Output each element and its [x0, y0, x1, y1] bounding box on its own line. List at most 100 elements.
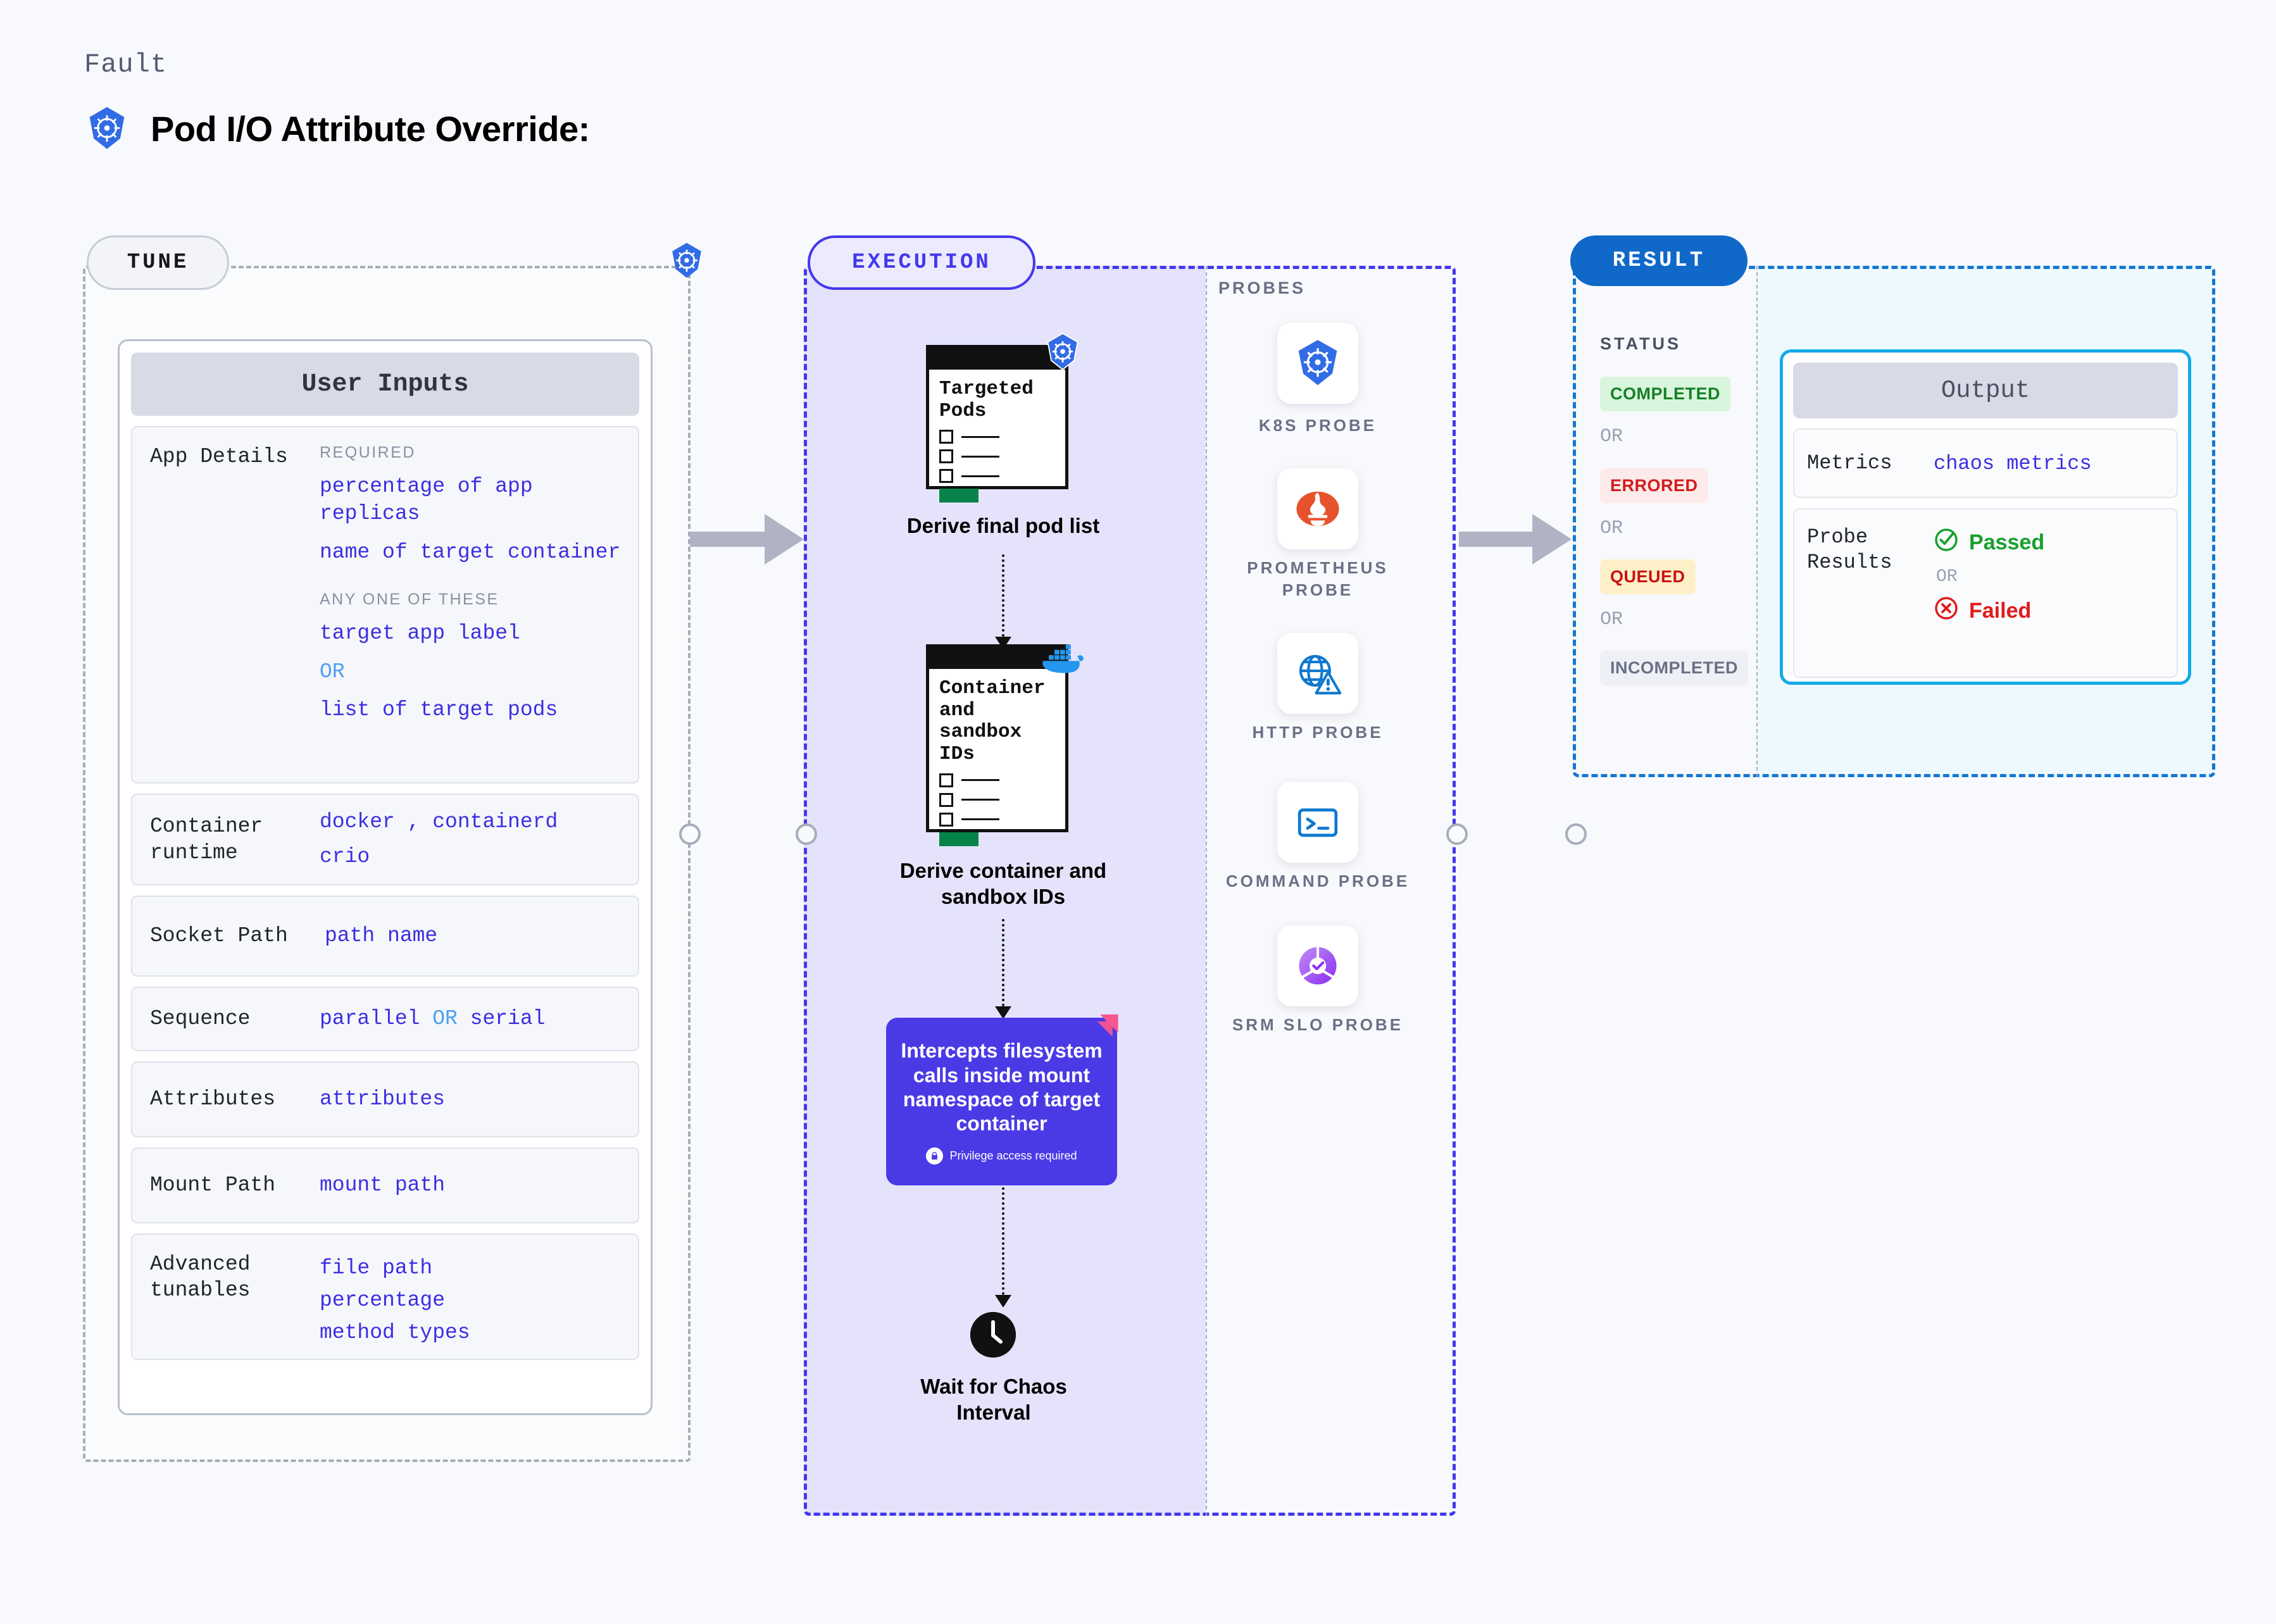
user-inputs-title: User Inputs: [131, 353, 639, 416]
step-caption-derive-pods: Derive final pod list: [906, 514, 1100, 537]
output-title: Output: [1793, 363, 2178, 418]
tune-value: docker , containerd: [320, 809, 558, 834]
result-connector-dot: [1565, 823, 1587, 845]
tune-row-socket-path: Socket Path path name: [131, 896, 639, 977]
probe-tile-prometheus[interactable]: [1277, 468, 1358, 549]
doc-green-bar: [939, 832, 979, 846]
intercept-text: Intercepts filesystem calls inside mount…: [901, 1039, 1103, 1135]
output-card: Output Metrics chaos metrics Probe Resul…: [1780, 349, 2191, 685]
tune-value: target app label: [320, 621, 520, 645]
tune-row-attributes: Attributes attributes: [131, 1061, 639, 1137]
status-badge-incompleted: INCOMPLETED: [1600, 651, 1749, 685]
checkbox-icon: [939, 469, 953, 484]
checklist-item: [939, 449, 1055, 464]
check-circle-icon: [1934, 527, 1959, 558]
tune-connector-dot: [679, 823, 701, 845]
checklist-item: [939, 812, 1055, 827]
doc-checklist: [939, 430, 1055, 484]
probe-tile-k8s[interactable]: [1277, 323, 1358, 404]
probe-result-passed: Passed: [1934, 527, 2164, 558]
line-placeholder: [961, 475, 999, 477]
tune-value: method types: [320, 1320, 470, 1344]
probe-tile-srm-slo[interactable]: [1277, 925, 1358, 1006]
probes-divider: [1206, 266, 1207, 1516]
result-divider: [1756, 266, 1758, 777]
row-label: Attributes: [150, 1087, 276, 1111]
flow-arrowhead: [995, 1006, 1011, 1019]
output-row-probe-results: Probe Results Passed OR Failed: [1793, 508, 2178, 678]
intercept-card: Intercepts filesystem calls inside mount…: [886, 1014, 1118, 1185]
checkbox-icon: [939, 792, 953, 807]
status-badge-errored: ERRORED: [1600, 468, 1708, 503]
probe-label-prometheus: PROMETHEUS PROBE: [1247, 558, 1389, 600]
result-pill: RESULT: [1570, 235, 1748, 286]
doc-title: Targeted Pods: [939, 378, 1034, 422]
user-inputs-card: User Inputs App Details REQUIRED percent…: [118, 339, 653, 1415]
row-label: Sequence: [150, 1007, 251, 1031]
tune-value: name of target container: [320, 540, 621, 564]
checklist-item: [939, 430, 1055, 444]
line-placeholder: [961, 455, 999, 458]
doc-title: Container and sandbox IDs: [939, 677, 1046, 766]
litmus-icon: [1079, 1011, 1121, 1047]
tune-row-container-runtime: Container runtime docker , containerd cr…: [131, 794, 639, 885]
status-or-2: OR: [1600, 518, 1623, 539]
step-caption-wait: Wait for Chaos Interval: [920, 1375, 1067, 1425]
status-or-3: OR: [1600, 609, 1623, 630]
status-badge-queued: QUEUED: [1600, 559, 1696, 594]
kubernetes-icon: [668, 240, 706, 281]
row-label: Socket Path: [150, 924, 288, 948]
doc-checklist: [939, 773, 1055, 827]
status-label: STATUS: [1600, 334, 1681, 353]
tune-pill: TUNE: [87, 235, 229, 290]
output-label-metrics: Metrics: [1807, 451, 1892, 475]
line-placeholder: [961, 818, 999, 821]
tune-value: file path: [320, 1256, 433, 1280]
probe-tile-http[interactable]: [1277, 633, 1358, 714]
tune-value: percentage of app replicas: [320, 475, 533, 525]
line-placeholder: [961, 779, 999, 782]
execution-connector-dot-right: [1446, 823, 1468, 845]
step-caption-derive-ids: Derive container and sandbox IDs: [899, 859, 1107, 909]
tune-value: crio: [320, 844, 370, 868]
tune-row-mount-path: Mount Path mount path: [131, 1147, 639, 1223]
status-badge-completed: COMPLETED: [1600, 377, 1731, 411]
kubernetes-icon: [1043, 331, 1082, 373]
page-title-row: Pod I/O Attribute Override:: [84, 104, 590, 153]
tune-row-advanced-tunables: Advanced tunables file path percentage m…: [131, 1234, 639, 1360]
probe-label-k8s: K8S PROBE: [1258, 416, 1377, 435]
probe-result-or: OR: [1936, 567, 1958, 587]
execution-connector-dot-left: [796, 823, 817, 845]
kubernetes-icon: [84, 104, 130, 153]
probes-section-label: PROBES: [1218, 278, 1306, 297]
x-circle-icon: [1934, 596, 1959, 627]
group-heading: REQUIRED: [320, 444, 416, 461]
docker-icon: [1039, 639, 1085, 677]
page-kicker: Fault: [84, 49, 168, 80]
probe-label-command: COMMAND PROBE: [1225, 871, 1410, 890]
privilege-note: Privilege access required: [926, 1147, 1077, 1165]
checklist-item: [939, 792, 1055, 807]
line-placeholder: [961, 799, 999, 801]
row-label: Advanced tunables: [150, 1252, 251, 1302]
output-value-metrics: chaos metrics: [1934, 451, 2092, 475]
probe-label-http: HTTP PROBE: [1252, 723, 1384, 742]
checkbox-icon: [939, 449, 953, 464]
tune-or-separator: OR: [320, 659, 345, 684]
tune-value: list of target pods: [320, 698, 558, 722]
flow-connector: [1002, 919, 1004, 1006]
group-heading: ANY ONE OF THESE: [320, 590, 499, 608]
output-label-probe-results: Probe Results: [1807, 525, 1892, 574]
tune-row-sequence: Sequence parallel OR serial: [131, 987, 639, 1051]
flow-arrowhead: [995, 1295, 1011, 1308]
probe-label-srm-slo: SRM SLO PROBE: [1232, 1015, 1404, 1034]
tune-row-app-details: App Details REQUIRED percentage of app r…: [131, 426, 639, 784]
tune-value: path name: [325, 923, 438, 947]
tune-value: percentage: [320, 1288, 446, 1312]
lock-icon: [926, 1147, 944, 1165]
status-or-1: OR: [1600, 426, 1623, 447]
checklist-item: [939, 469, 1055, 484]
probe-tile-command[interactable]: [1277, 782, 1358, 863]
row-label: Container runtime: [150, 815, 263, 865]
tune-value: mount path: [320, 1173, 446, 1197]
